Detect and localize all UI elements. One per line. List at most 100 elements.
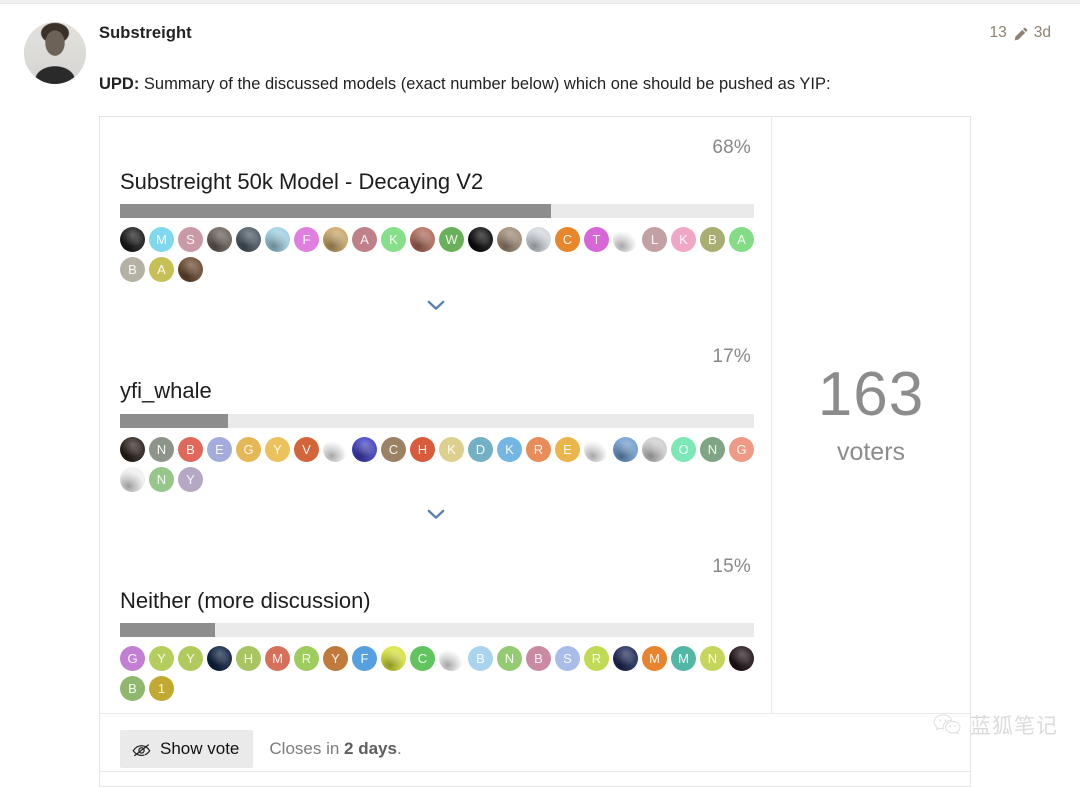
voter-avatar-initial[interactable]: M xyxy=(642,646,667,671)
voter-avatar-initial[interactable]: R xyxy=(584,646,609,671)
voter-avatar-initial[interactable]: D xyxy=(468,437,493,462)
voter-avatar-initial[interactable]: F xyxy=(294,227,319,252)
voter-avatar-initial[interactable]: K xyxy=(381,227,406,252)
chevron-down-icon[interactable] xyxy=(427,507,445,518)
voter-avatar[interactable] xyxy=(497,227,522,252)
poll-voters-count: 163 xyxy=(818,364,924,426)
pencil-icon[interactable] xyxy=(1013,27,1028,42)
voter-avatar-initial[interactable]: G xyxy=(729,437,754,462)
voter-avatar-initial[interactable]: S xyxy=(555,646,580,671)
voter-avatar[interactable] xyxy=(265,227,290,252)
voter-avatar[interactable] xyxy=(439,646,464,671)
voter-avatar[interactable] xyxy=(526,227,551,252)
voter-avatar-initial[interactable]: M xyxy=(265,646,290,671)
voter-avatar-initial[interactable]: C xyxy=(410,646,435,671)
voter-avatar[interactable] xyxy=(381,646,406,671)
voter-avatar-initial[interactable]: N xyxy=(497,646,522,671)
poll-closes-text: Closes in 2 days. xyxy=(269,739,401,759)
voter-avatar-initial[interactable]: B xyxy=(120,257,145,282)
avatar[interactable] xyxy=(24,22,86,84)
poll-option[interactable]: 68% Substreight 50k Model - Decaying V2 … xyxy=(100,117,771,282)
voter-avatar-initial[interactable]: N xyxy=(700,646,725,671)
voter-avatar-initial[interactable]: F xyxy=(352,646,377,671)
voter-avatar[interactable] xyxy=(642,437,667,462)
poll-option-voters: GYYHMRYFCBNBSRMMNB1 xyxy=(120,646,760,701)
watermark: 蓝狐笔记 xyxy=(932,710,1058,740)
poll-option-title: yfi_whale xyxy=(120,378,751,404)
voter-avatar-initial[interactable]: H xyxy=(410,437,435,462)
voter-avatar-initial[interactable]: C xyxy=(381,437,406,462)
voter-avatar[interactable] xyxy=(584,437,609,462)
poll: 68% Substreight 50k Model - Decaying V2 … xyxy=(99,116,971,787)
post-meta: 13 3d xyxy=(990,24,1052,42)
post-time-ago: 3d xyxy=(1034,24,1051,42)
voter-avatar-initial[interactable]: O xyxy=(671,437,696,462)
voter-avatar[interactable] xyxy=(207,646,232,671)
voter-avatar[interactable] xyxy=(120,467,145,492)
voter-avatar[interactable] xyxy=(120,227,145,252)
voter-avatar-initial[interactable]: T xyxy=(584,227,609,252)
poll-footer: Show vote Closes in 2 days. xyxy=(100,713,970,786)
voter-avatar-initial[interactable]: A xyxy=(352,227,377,252)
voter-avatar-initial[interactable]: 1 xyxy=(149,676,174,701)
voter-avatar-initial[interactable]: Y xyxy=(149,646,174,671)
voter-avatar-initial[interactable]: K xyxy=(439,437,464,462)
voter-avatar-initial[interactable]: B xyxy=(468,646,493,671)
voter-avatar-initial[interactable]: Y xyxy=(178,646,203,671)
voter-avatar[interactable] xyxy=(729,646,754,671)
voter-avatar-initial[interactable]: R xyxy=(294,646,319,671)
voter-avatar[interactable] xyxy=(613,227,638,252)
voter-avatar[interactable] xyxy=(178,257,203,282)
voter-avatar[interactable] xyxy=(236,227,261,252)
poll-option-percent: 17% xyxy=(120,346,751,368)
voter-avatar-initial[interactable]: G xyxy=(120,646,145,671)
poll-option[interactable]: 15% Neither (more discussion) GYYHMRYFCB… xyxy=(100,534,771,701)
voter-avatar-initial[interactable]: B xyxy=(526,646,551,671)
voter-avatar-initial[interactable]: L xyxy=(642,227,667,252)
voter-avatar-initial[interactable]: C xyxy=(555,227,580,252)
voter-avatar[interactable] xyxy=(410,227,435,252)
voter-avatar[interactable] xyxy=(323,227,348,252)
eye-off-icon xyxy=(132,742,151,756)
voter-avatar-initial[interactable]: B xyxy=(700,227,725,252)
voter-avatar-initial[interactable]: Y xyxy=(323,646,348,671)
voter-avatar-initial[interactable]: B xyxy=(178,437,203,462)
voter-avatar-initial[interactable]: A xyxy=(729,227,754,252)
voter-avatar-initial[interactable]: M xyxy=(671,646,696,671)
voter-avatar-initial[interactable]: R xyxy=(526,437,551,462)
post-author-name[interactable]: Substreight xyxy=(99,24,192,43)
voter-avatar-initial[interactable]: N xyxy=(149,437,174,462)
voter-avatar-initial[interactable]: S xyxy=(178,227,203,252)
voter-avatar-initial[interactable]: Y xyxy=(265,437,290,462)
voter-avatar-initial[interactable]: N xyxy=(700,437,725,462)
voter-avatar-initial[interactable]: M xyxy=(149,227,174,252)
expand-option-1-button[interactable] xyxy=(100,282,771,324)
voter-avatar[interactable] xyxy=(613,437,638,462)
voter-avatar[interactable] xyxy=(207,227,232,252)
voter-avatar[interactable] xyxy=(120,437,145,462)
voter-avatar-initial[interactable]: W xyxy=(439,227,464,252)
voter-avatar-initial[interactable]: G xyxy=(236,437,261,462)
voter-avatar[interactable] xyxy=(613,646,638,671)
voter-avatar-initial[interactable]: H xyxy=(236,646,261,671)
voter-avatar-initial[interactable]: K xyxy=(497,437,522,462)
voter-avatar[interactable] xyxy=(468,227,493,252)
voter-avatar-initial[interactable]: K xyxy=(671,227,696,252)
voter-avatar[interactable] xyxy=(352,437,377,462)
forum-post: Substreight 13 3d UPD: Summary of the di… xyxy=(0,4,1080,60)
voter-avatar[interactable] xyxy=(323,437,348,462)
voter-avatar-initial[interactable]: E xyxy=(555,437,580,462)
show-vote-button[interactable]: Show vote xyxy=(120,730,253,768)
chevron-down-icon[interactable] xyxy=(427,298,445,309)
poll-option[interactable]: 17% yfi_whale NBEGYVCHKDKREONGNY xyxy=(100,324,771,491)
voter-avatar-initial[interactable]: B xyxy=(120,676,145,701)
expand-option-2-button[interactable] xyxy=(100,492,771,534)
voter-avatar-initial[interactable]: E xyxy=(207,437,232,462)
voter-avatar-initial[interactable]: Y xyxy=(178,467,203,492)
voter-avatar-initial[interactable]: A xyxy=(149,257,174,282)
poll-option-title: Neither (more discussion) xyxy=(120,588,751,614)
voter-avatar-initial[interactable]: N xyxy=(149,467,174,492)
voter-avatar-initial[interactable]: V xyxy=(294,437,319,462)
bottom-divider xyxy=(99,771,971,772)
poll-voters-panel: 163 voters xyxy=(772,117,970,713)
